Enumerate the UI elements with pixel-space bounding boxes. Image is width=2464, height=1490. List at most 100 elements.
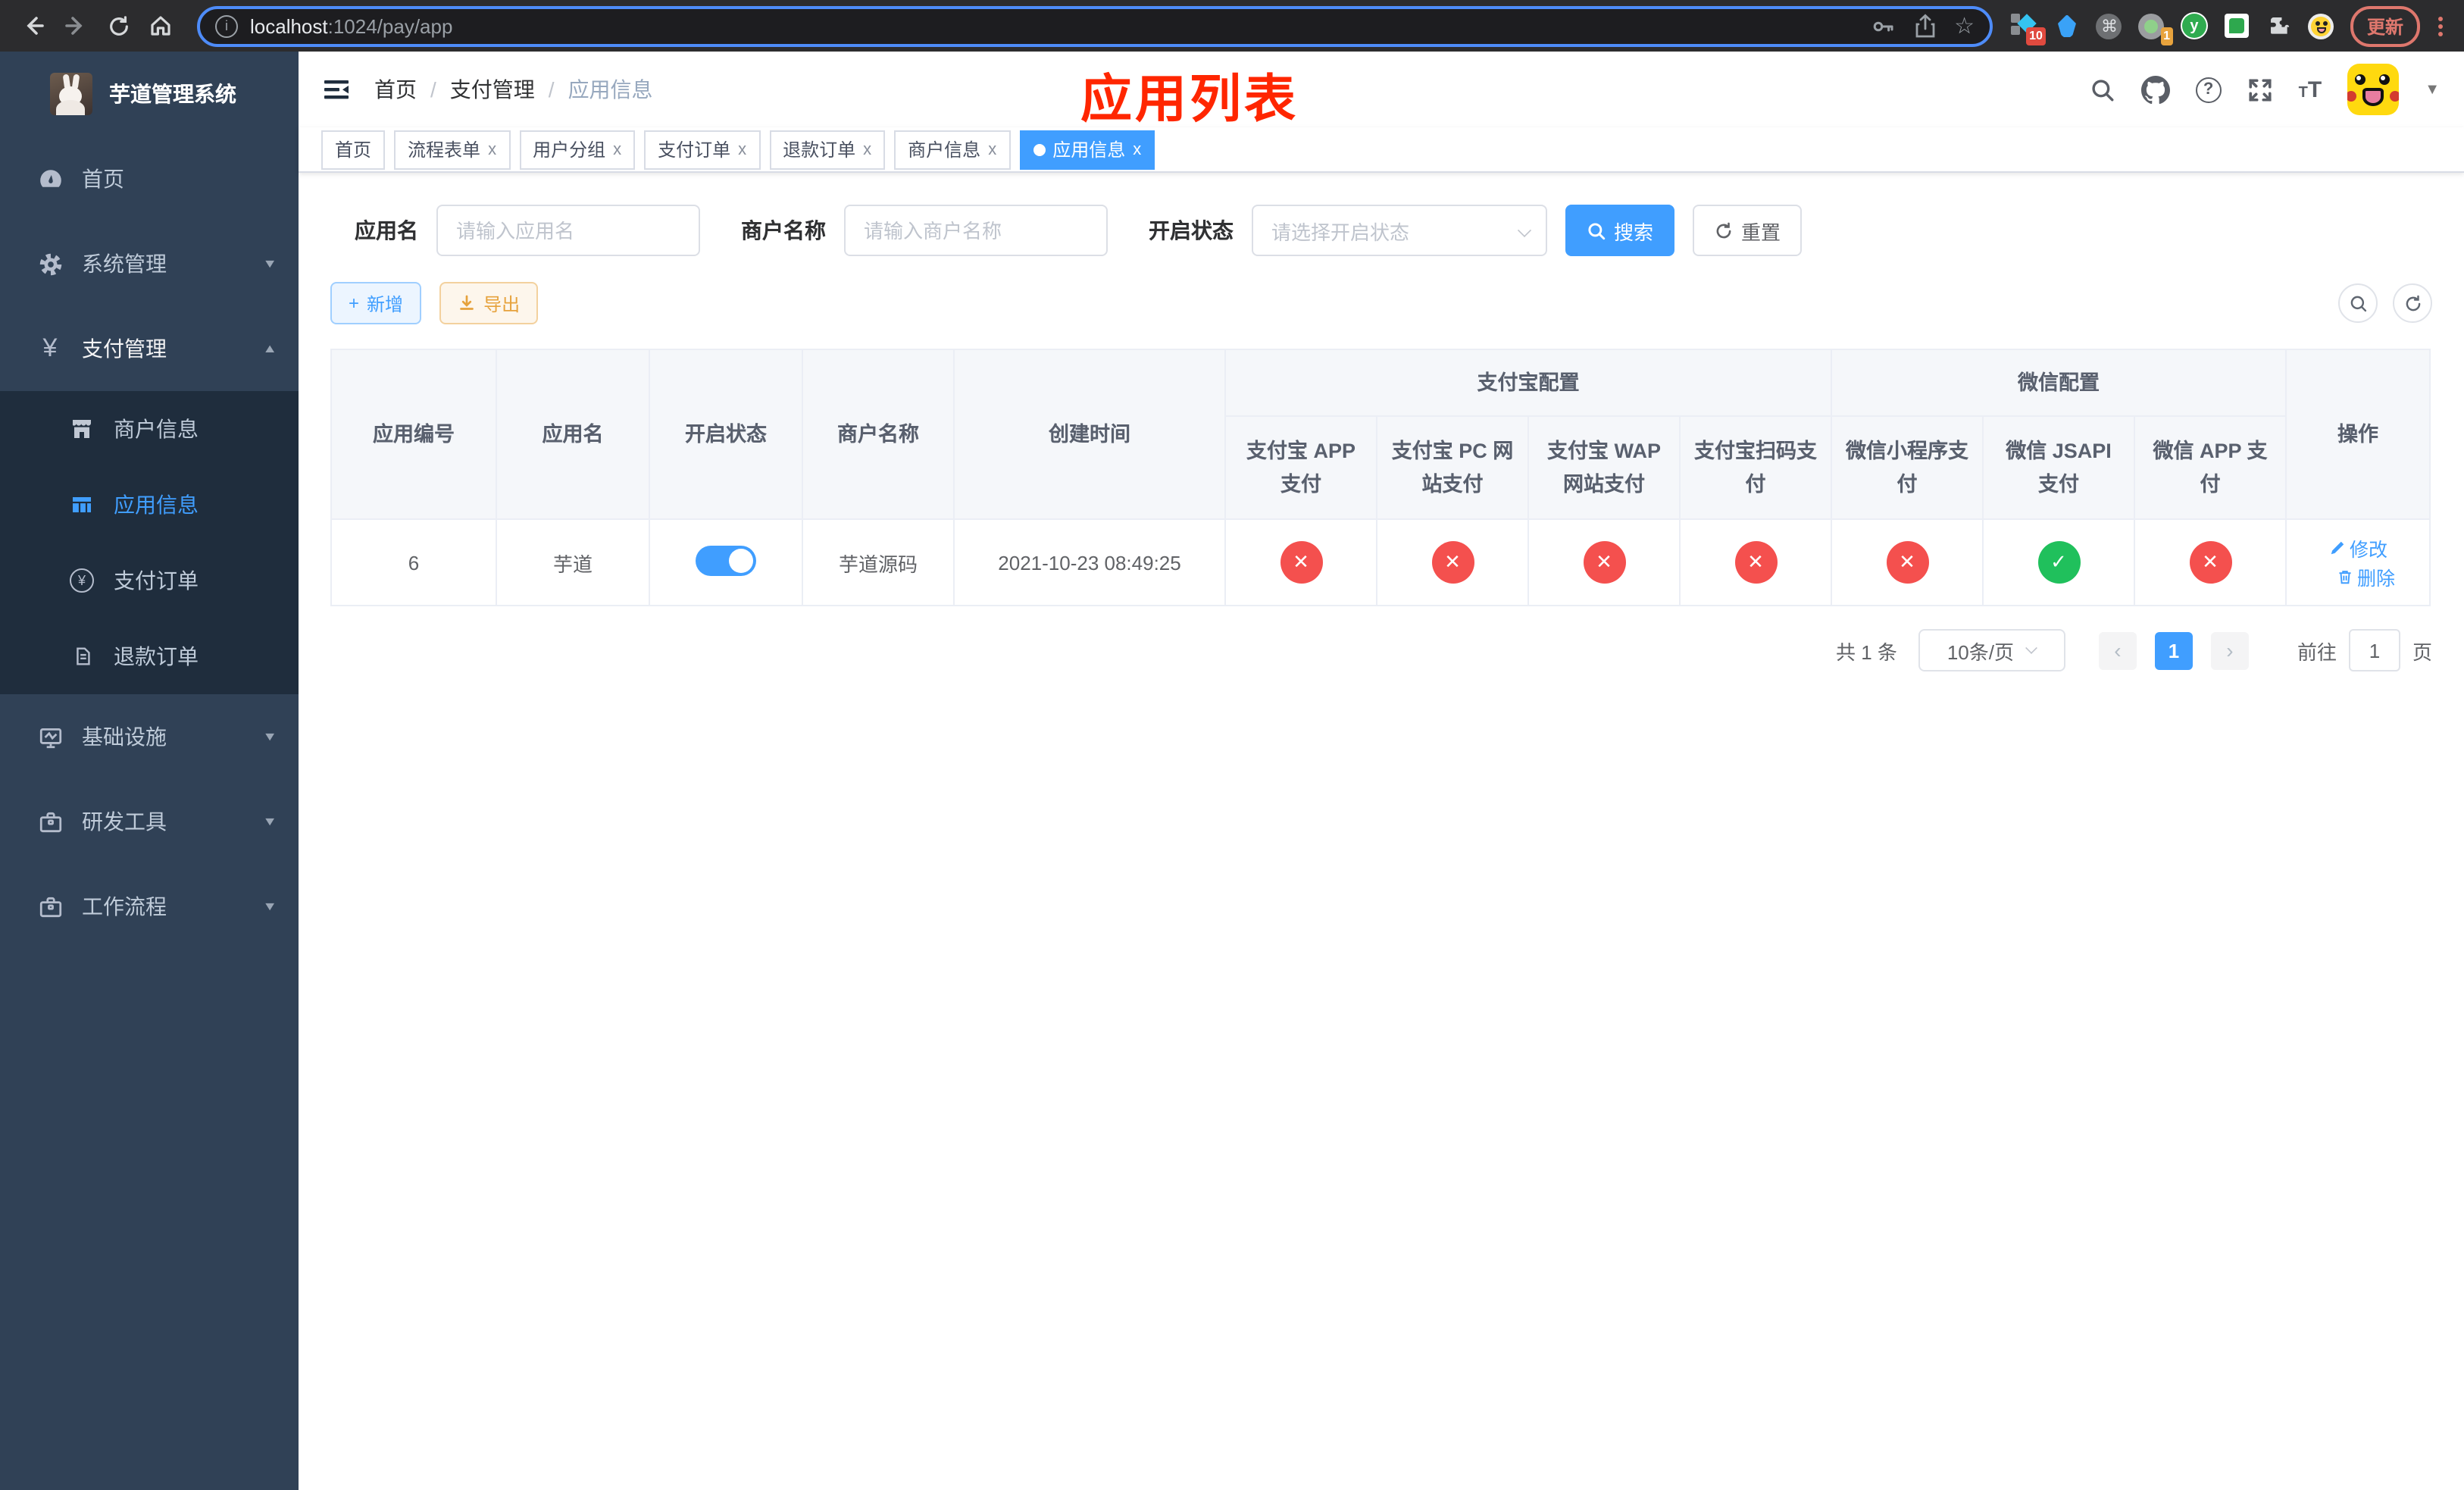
sidebar-item-merchant-info[interactable]: 商户信息: [0, 391, 299, 467]
balloon-extension-icon[interactable]: [2053, 12, 2081, 39]
tab-app-info[interactable]: 应用信息 x: [1019, 130, 1155, 169]
col-alipay-app: 支付宝 APP 支付: [1224, 415, 1377, 520]
next-page-button[interactable]: ›: [2210, 631, 2249, 669]
col-operations: 操作: [2285, 349, 2431, 520]
chevron-down-icon[interactable]: ▼: [2425, 81, 2440, 98]
password-key-icon[interactable]: [1869, 13, 1895, 39]
goto-label: 前往: [2297, 640, 2337, 663]
chat-extension-icon[interactable]: [2223, 12, 2250, 39]
col-app-name: 应用名: [496, 349, 650, 520]
site-info-icon[interactable]: i: [215, 14, 238, 37]
reset-button[interactable]: 重置: [1693, 205, 1803, 256]
browser-update-button[interactable]: 更新: [2350, 5, 2420, 46]
edit-button[interactable]: 修改: [2328, 534, 2387, 562]
cell-app-name: 芋道: [496, 518, 650, 606]
extension-area: 10 ⌘ 1 y: [2010, 12, 2335, 45]
yen-circle-icon: ¥: [68, 568, 95, 593]
puzzle-extensions-icon[interactable]: [2265, 12, 2293, 39]
table-toolbar: + 新增 导出: [330, 282, 2432, 324]
breadcrumb-payment[interactable]: 支付管理: [450, 74, 535, 105]
sidebar-item-home[interactable]: 首页: [0, 136, 299, 221]
document-icon: [68, 644, 95, 668]
col-app-id: 应用编号: [330, 349, 497, 520]
sidebar-item-workflow[interactable]: 工作流程 ▼: [0, 864, 299, 949]
sidebar-item-system[interactable]: 系统管理 ▼: [0, 221, 299, 306]
font-size-icon[interactable]: TT: [2299, 78, 2322, 101]
sidebar-item-payment[interactable]: ¥ 支付管理 ▲: [0, 306, 299, 391]
fullscreen-icon[interactable]: [2247, 77, 2273, 102]
page-number-1[interactable]: 1: [2154, 631, 2193, 669]
close-icon[interactable]: x: [738, 140, 746, 158]
refresh-button[interactable]: [2393, 283, 2432, 323]
tab-merchant-info[interactable]: 商户信息 x: [894, 130, 1011, 169]
sidebar-item-infra[interactable]: 基础设施 ▼: [0, 694, 299, 779]
sidebar-item-refund-order[interactable]: 退款订单: [0, 618, 299, 694]
sidebar-item-label: 系统管理: [82, 252, 167, 276]
sidebar-item-label: 支付订单: [114, 568, 199, 593]
table-row: 6 芋道 芋道源码 2021-10-23 08:49:25 ✕ ✕ ✕ ✕ ✕: [330, 518, 2431, 606]
app-name-input[interactable]: [436, 205, 700, 256]
close-icon[interactable]: x: [863, 140, 871, 158]
close-icon[interactable]: x: [1133, 140, 1141, 158]
tab-home[interactable]: 首页: [321, 130, 386, 169]
help-icon[interactable]: ?: [2195, 77, 2222, 102]
close-icon[interactable]: x: [613, 140, 621, 158]
browser-toolbar: i localhost:1024/pay/app ☆ 10 ⌘ 1 y 更新: [0, 0, 2464, 52]
export-button[interactable]: 导出: [439, 282, 539, 324]
tab-process-form[interactable]: 流程表单 x: [394, 130, 511, 169]
page-size-select[interactable]: 10条/页: [1918, 629, 2065, 671]
browser-menu-icon[interactable]: [2438, 16, 2443, 36]
merchant-name-input[interactable]: [844, 205, 1108, 256]
col-alipay-qr: 支付宝扫码支付: [1679, 415, 1832, 520]
col-created: 创建时间: [953, 349, 1226, 520]
add-button[interactable]: + 新增: [330, 282, 422, 324]
extension-badge: 1: [2160, 27, 2173, 45]
share-icon[interactable]: [1913, 13, 1936, 39]
tab-refund-order[interactable]: 退款订单 x: [769, 130, 886, 169]
tab-user-group[interactable]: 用户分组 x: [519, 130, 636, 169]
sidebar-item-devtools[interactable]: 研发工具 ▼: [0, 779, 299, 864]
chevron-down-icon: ▼: [262, 815, 277, 828]
chevron-down-icon: ▼: [262, 900, 277, 913]
browser-reload-button[interactable]: [100, 8, 136, 44]
alipay-qr-status-icon: ✕: [1734, 541, 1777, 584]
extension-badge: 10: [2026, 27, 2046, 45]
sidebar-item-pay-order[interactable]: ¥ 支付订单: [0, 543, 299, 618]
close-icon[interactable]: x: [988, 140, 996, 158]
sketch-extension-icon[interactable]: 10: [2010, 12, 2046, 45]
delete-button[interactable]: 删除: [2336, 562, 2395, 591]
recorder-extension-icon[interactable]: 1: [2138, 12, 2173, 45]
sidebar-item-app-info[interactable]: 应用信息: [0, 467, 299, 543]
status-select[interactable]: 请选择开启状态: [1252, 205, 1547, 256]
search-button[interactable]: 搜索: [1565, 205, 1675, 256]
col-wx-lite: 微信小程序支付: [1831, 415, 1984, 520]
avatar[interactable]: [2347, 64, 2400, 115]
search-icon[interactable]: [2090, 77, 2115, 102]
address-bar[interactable]: i localhost:1024/pay/app ☆: [197, 5, 1993, 46]
sidebar-collapse-icon[interactable]: [323, 77, 350, 102]
tab-pay-order[interactable]: 支付订单 x: [644, 130, 761, 169]
status-toggle[interactable]: [696, 545, 756, 575]
top-navbar: 首页 / 支付管理 / 应用信息 ? T T ▼: [299, 52, 2464, 127]
breadcrumb-home[interactable]: 首页: [374, 74, 417, 105]
col-group-wechat: 微信配置: [1830, 349, 2287, 417]
sidebar-logo[interactable]: 芋道管理系统: [0, 52, 299, 136]
prev-page-button[interactable]: ‹: [2098, 631, 2137, 669]
gear-icon: [36, 251, 64, 277]
command-extension-icon[interactable]: ⌘: [2096, 12, 2123, 39]
goto-page-input[interactable]: [2348, 629, 2400, 671]
toggle-search-button[interactable]: [2338, 283, 2378, 323]
monitor-icon: [36, 724, 64, 750]
tags-view-bar: 首页 流程表单 x 用户分组 x 支付订单 x 退款订单 x 商户信息 x 应用信息 x: [299, 127, 2464, 173]
sidebar: 芋道管理系统 首页 系统管理 ▼ ¥ 支付管理 ▲ 商户信息 应用信息 ¥ 支付…: [0, 52, 299, 1490]
bookmark-star-icon[interactable]: ☆: [1954, 14, 1975, 37]
browser-home-button[interactable]: [142, 8, 179, 44]
green-y-extension-icon[interactable]: y: [2180, 12, 2208, 39]
browser-forward-button[interactable]: [58, 8, 94, 44]
cell-status: [649, 518, 803, 606]
github-icon[interactable]: [2140, 75, 2170, 104]
close-icon[interactable]: x: [488, 140, 496, 158]
browser-back-button[interactable]: [15, 8, 52, 44]
chevron-down-icon: ▼: [262, 730, 277, 743]
emoji-extension-icon[interactable]: [2308, 12, 2335, 39]
